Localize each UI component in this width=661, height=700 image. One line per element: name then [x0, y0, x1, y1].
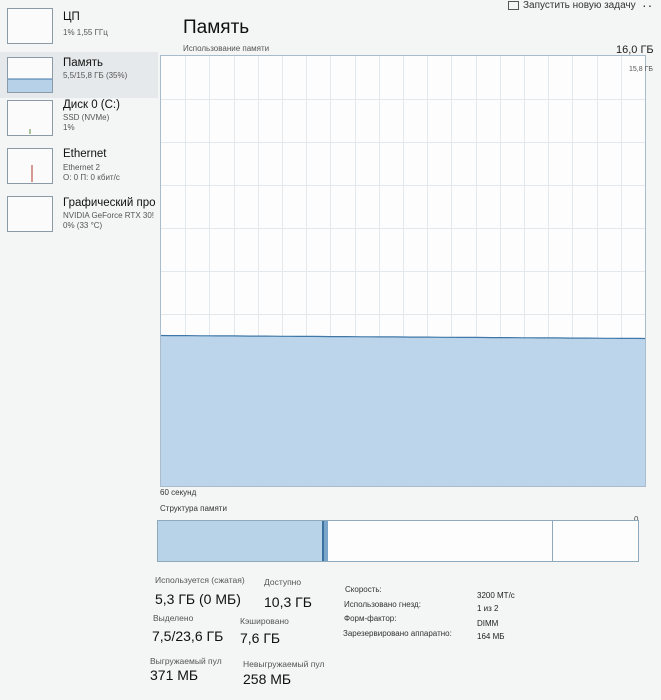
hardware-reserved-label: Зарезервировано аппаратно:: [343, 629, 452, 638]
composition-free-segment[interactable]: [553, 521, 638, 561]
memory-usage-area: [161, 335, 645, 486]
run-task-label: Запустить новую задачу: [523, 0, 636, 11]
slots-used-label: Использовано гнезд:: [344, 600, 421, 609]
composition-in-use-segment[interactable]: [158, 521, 324, 561]
sidebar-item-gpu[interactable]: Графический про NVIDIA GeForce RTX 30! 0…: [0, 192, 158, 238]
cached-label: Кэшировано: [240, 616, 289, 626]
sidebar-item-detail: SSD (NVMe): [63, 113, 110, 122]
sidebar-item-memory[interactable]: Память 5,5/15,8 ГБ (35%): [0, 52, 158, 98]
run-task-icon: [508, 0, 519, 10]
ethernet-thumbnail-graph: [7, 148, 53, 184]
speed-value: 3200 МТ/с: [477, 591, 515, 600]
sidebar-item-title: Диск 0 (C:): [63, 99, 120, 111]
sidebar-item-detail: NVIDIA GeForce RTX 30!: [63, 211, 154, 220]
hardware-reserved-value: 164 МБ: [477, 632, 505, 641]
slots-used-value: 1 из 2: [477, 604, 499, 613]
gpu-thumbnail-graph: [7, 196, 53, 232]
in-use-value: 5,3 ГБ (0 МБ): [155, 591, 241, 607]
sidebar-item-title: Графический про: [63, 197, 156, 209]
sidebar-item-detail-2: О: 0 П: 0 кбит/с: [63, 173, 120, 182]
committed-label: Выделено: [153, 613, 194, 623]
speed-label: Скорость:: [345, 585, 382, 594]
nonpaged-pool-value: 258 МБ: [243, 671, 292, 687]
sidebar-item-title: ЦП: [63, 11, 80, 23]
time-span-label: 60 секунд: [160, 488, 197, 497]
memory-composition-bar[interactable]: [157, 520, 639, 562]
paged-pool-value: 371 МБ: [150, 667, 199, 683]
sidebar-item-detail: Ethernet 2: [63, 163, 100, 172]
page-title: Память: [183, 17, 250, 38]
sidebar-item-cpu[interactable]: ЦП 1% 1,55 ГГц: [0, 4, 158, 50]
committed-value: 7,5/23,6 ГБ: [152, 628, 224, 644]
sidebar-item-detail: 1% 1,55 ГГц: [63, 28, 108, 37]
sidebar-item-disk[interactable]: Диск 0 (C:) SSD (NVMe) 1%: [0, 96, 158, 142]
available-value: 10,3 ГБ: [264, 594, 312, 610]
sidebar-item-detail-2: 1%: [63, 123, 75, 132]
memory-usage-svg: [161, 56, 645, 486]
available-label: Доступно: [264, 577, 302, 587]
sidebar-item-title: Память: [63, 57, 104, 69]
memory-usage-graph: [160, 55, 646, 487]
cpu-thumbnail-graph: [7, 8, 53, 44]
usage-graph-label: Использование памяти: [183, 44, 270, 53]
sidebar-item-detail-2: 0% (33 °C): [63, 221, 103, 230]
more-options-icon[interactable]: ··: [642, 0, 653, 13]
sidebar-item-detail: 5,5/15,8 ГБ (35%): [63, 71, 128, 80]
form-factor-value: DIMM: [477, 619, 499, 628]
installed-memory-label: 15,8 ГБ: [629, 66, 653, 73]
in-use-label: Используется (сжатая): [155, 575, 245, 585]
composition-standby-segment[interactable]: [328, 521, 553, 561]
memory-thumbnail-graph: [7, 57, 53, 93]
paged-pool-label: Выгружаемый пул: [150, 656, 222, 666]
run-new-task-link[interactable]: Запустить новую задачу: [508, 0, 636, 11]
memory-structure-label: Структура памяти: [160, 504, 227, 513]
nonpaged-pool-label: Невыгружаемый пул: [243, 659, 325, 669]
sidebar-item-title: Ethernet: [63, 148, 107, 160]
sidebar-item-ethernet[interactable]: Ethernet Ethernet 2 О: 0 П: 0 кбит/с: [0, 144, 158, 190]
cached-value: 7,6 ГБ: [240, 630, 281, 646]
form-factor-label: Форм-фактор:: [344, 614, 397, 623]
disk-thumbnail-graph: [7, 100, 53, 136]
